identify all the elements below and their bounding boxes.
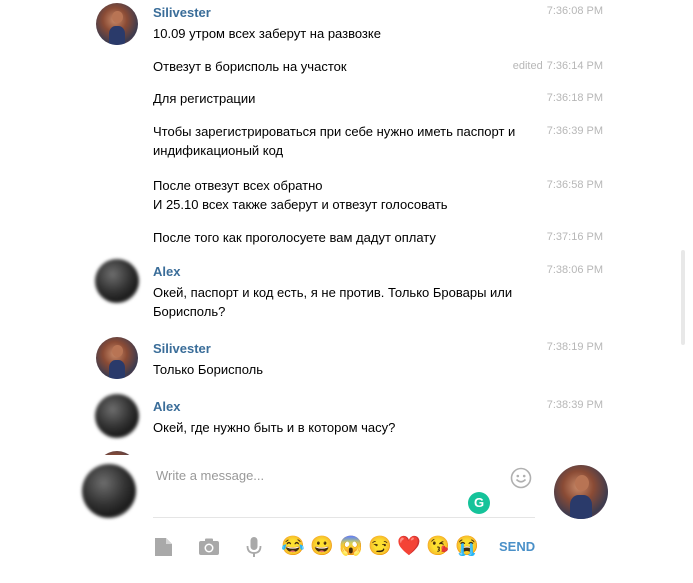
message: Для регистрации 7:36:18 PM [153,91,603,112]
message-time: 7:36:58 PM [546,179,603,191]
message: Alex 7:38:06 PM Окей, паспорт и код есть… [153,264,603,322]
edited-label: edited [512,60,543,72]
avatar-silivester[interactable] [96,451,138,455]
emoji-kiss[interactable]: 😘 [426,536,450,558]
message-time: 7:38:06 PM [546,264,603,276]
avatar-alex[interactable] [95,394,139,438]
attach-file-icon[interactable] [152,535,176,559]
chat-history[interactable]: Silivester 7:36:08 PM 10.09 утром всех з… [0,0,693,455]
message: После того как проголосуете вам дадут оп… [153,230,603,251]
sender-name[interactable]: Alex [153,399,180,414]
message-text: Чтобы зарегистрироваться при себе нужно … [153,124,516,158]
message-text: Окей, паспорт и код есть, я не против. Т… [153,285,513,319]
message-time: 7:36:39 PM [546,125,603,137]
composer-divider [153,517,535,518]
scrollbar[interactable] [681,250,685,345]
sender-name[interactable]: Silivester [153,5,211,20]
emoji-smirking[interactable]: 😏 [368,536,392,558]
avatar-silivester[interactable] [96,337,138,379]
avatar-silivester[interactable] [96,3,138,45]
emoji-smile-icon[interactable] [510,467,532,489]
message-input[interactable]: Write a message... [156,468,486,483]
message-time-value: 7:36:14 PM [546,60,603,72]
message-text: Отвезут в борисполь на участок [153,59,347,74]
message-text-line: И 25.10 всех также заберут и отвезут гол… [153,197,448,212]
grammarly-button[interactable]: G [468,492,490,514]
peer-avatar[interactable] [554,465,608,519]
message-text: Только Борисполь [153,362,263,377]
message: Silivester 7:36:08 PM 10.09 утром всех з… [153,5,603,45]
message-time: 7:36:08 PM [546,5,603,17]
microphone-icon[interactable] [242,535,266,559]
message: После отвезут всех обратно И 25.10 всех … [153,178,603,219]
message: Alex 7:38:39 PM Окей, где нужно быть и в… [153,399,603,439]
avatar-alex[interactable] [95,259,139,303]
camera-icon[interactable] [197,535,221,559]
my-avatar[interactable] [82,464,136,518]
message: Silivester 7:38:19 PM Только Борисполь [153,341,603,381]
message-time: 7:36:18 PM [546,92,603,104]
emoji-grinning[interactable]: 😀 [310,536,334,558]
message-text: 10.09 утром всех заберут на развозке [153,26,381,41]
sender-name[interactable]: Alex [153,264,180,279]
message-time: 7:38:19 PM [546,341,603,353]
emoji-screaming[interactable]: 😱 [339,536,363,558]
emoji-tears-of-joy[interactable]: 😂 [281,536,305,558]
message: Чтобы зарегистрироваться при себе нужно … [153,124,603,165]
emoji-heart[interactable]: ❤️ [397,536,421,558]
message-time: 7:37:16 PM [546,231,603,243]
message-text-line: После отвезут всех обратно [153,178,323,193]
sender-name[interactable]: Silivester [153,341,211,356]
message-text: Окей, где нужно быть и в котором часу? [153,420,396,435]
message-time: edited 7:36:14 PM [513,60,603,72]
send-button[interactable]: SEND [499,539,535,554]
message-text: Для регистрации [153,91,256,106]
message-text: После того как проголосуете вам дадут оп… [153,230,436,245]
message: Отвезут в борисполь на участок edited 7:3… [153,59,603,80]
message-time: 7:38:39 PM [546,399,603,411]
emoji-crying[interactable]: 😭 [455,536,479,558]
